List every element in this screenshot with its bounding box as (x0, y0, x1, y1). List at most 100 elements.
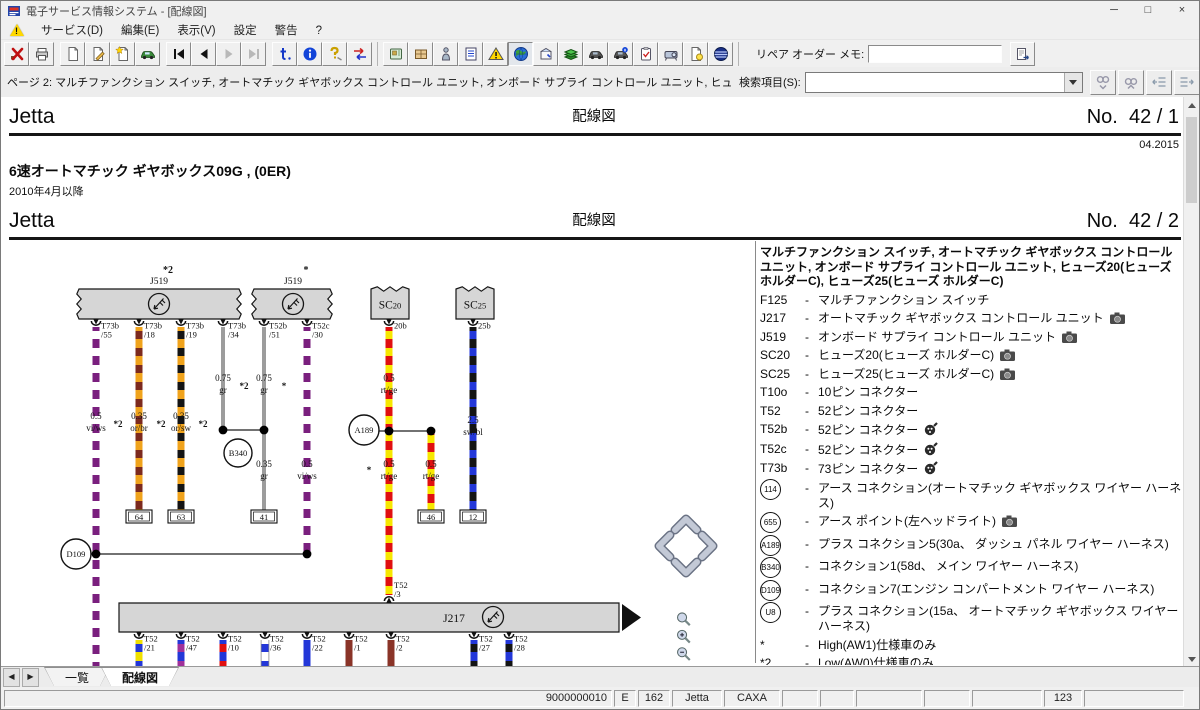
jump-back-button[interactable] (1146, 70, 1172, 95)
menu-item-[interactable]: 警告 (266, 25, 307, 37)
toolbar-exit-button[interactable] (4, 42, 29, 66)
pin-T52b-51[interactable] (259, 319, 268, 325)
pin-T52-36[interactable] (260, 632, 269, 638)
diagram-pan-pad[interactable] (648, 508, 724, 584)
toolbar-service-person-button[interactable] (433, 42, 458, 66)
close-button[interactable]: × (1165, 1, 1199, 21)
wire-sw-bl[interactable] (460, 327, 486, 523)
toolbar-transfer-button[interactable] (347, 42, 372, 66)
pin-T73b-19[interactable] (176, 319, 185, 325)
svg-text:B340: B340 (229, 448, 247, 458)
toolbar-info-button[interactable] (297, 42, 322, 66)
pin-T73b-55[interactable] (91, 319, 100, 325)
scroll-up-button[interactable] (1184, 97, 1199, 113)
component-box-j519[interactable] (252, 289, 332, 319)
menu-item-?[interactable]: ? (307, 25, 331, 37)
camera-icon[interactable] (999, 367, 1016, 381)
toolbar-parts-catalog-button[interactable] (408, 42, 433, 66)
maximize-button[interactable]: □ (1131, 1, 1165, 21)
toolbar-vehicle-data-button[interactable] (135, 42, 160, 66)
junction-dot (303, 550, 312, 559)
menu-item-E[interactable]: 編集(E) (112, 25, 168, 37)
toolbar-document-list-button[interactable] (458, 42, 483, 66)
pin-T52-2[interactable] (386, 632, 395, 638)
scrollbar-thumb[interactable] (1186, 117, 1197, 203)
pin-T52-1[interactable] (344, 632, 353, 638)
component-box-j519[interactable] (77, 289, 241, 319)
toolbar-labour-values-button[interactable] (558, 42, 583, 66)
search-input[interactable] (806, 73, 1064, 92)
legend-title: マルチファンクション スイッチ, オートマチック ギヤボックス コントロール ユ… (760, 245, 1183, 289)
toolbar-return-button[interactable] (272, 42, 297, 66)
toolbar-checklist-button[interactable] (633, 42, 658, 66)
toolbar-document-idea-button[interactable] (683, 42, 708, 66)
pin-T52-10[interactable] (218, 632, 227, 638)
toolbar-nav-previous-button[interactable] (191, 42, 216, 66)
toolbar-vehicle-info-button[interactable] (608, 42, 633, 66)
revision-date: 04.2015 (1139, 139, 1179, 151)
zoom-tools[interactable] (669, 611, 699, 667)
menu-item-[interactable]: 設定 (225, 25, 266, 37)
camera-icon[interactable] (999, 348, 1016, 362)
find-previous-button[interactable] (1118, 70, 1144, 95)
camera-icon[interactable] (1001, 514, 1018, 528)
pin-T73b-34[interactable] (218, 319, 227, 325)
pin-T52-28[interactable] (504, 632, 513, 638)
vertical-scrollbar[interactable] (1183, 97, 1199, 667)
tab-scroll-right-button[interactable]: ▶ (22, 668, 39, 687)
sheet-tab-active[interactable]: 配線図 (101, 667, 179, 686)
memo-send-button[interactable] (1010, 42, 1035, 66)
search-combobox[interactable] (805, 72, 1083, 93)
svg-text:gr: gr (260, 471, 268, 481)
find-next-button[interactable] (1090, 70, 1116, 95)
legend-ref-circle: 114 (760, 479, 781, 500)
toolbar-projector-button[interactable] (658, 42, 683, 66)
plug-icon[interactable] (923, 442, 938, 457)
pin-T52-47[interactable] (176, 632, 185, 638)
pin-T52-3[interactable] (384, 597, 393, 603)
pin-T52c-30[interactable] (302, 319, 311, 325)
toolbar-new-document-button[interactable] (60, 42, 85, 66)
pin-T73b-18[interactable] (134, 319, 143, 325)
toolbar-edit-document-button[interactable] (85, 42, 110, 66)
sheet-tab-inactive[interactable]: 一覧 (44, 667, 110, 686)
legend-text: 52ピン コネクター (818, 442, 1183, 458)
svg-text:20b: 20b (394, 321, 407, 331)
chevron-up-icon (1188, 103, 1196, 108)
wiring-diagram[interactable]: 6463414612J519*2J519*SC20SC25J217T73b/55… (56, 241, 756, 666)
jump-forward-button[interactable] (1174, 70, 1200, 95)
tab-scroll-left-button[interactable]: ◀ (3, 668, 20, 687)
toolbar-wiring-diagram-mode-button[interactable] (508, 42, 533, 66)
pin-T52-27[interactable] (469, 632, 478, 638)
toolbar-warnings-button[interactable] (483, 42, 508, 66)
pin-20b[interactable] (384, 319, 393, 325)
camera-icon[interactable] (1109, 311, 1126, 325)
toolbar-vehicle-dark-button[interactable] (583, 42, 608, 66)
plug-icon[interactable] (923, 461, 938, 476)
pin-T52-22[interactable] (302, 632, 311, 638)
repair-order-memo-input[interactable] (868, 45, 1002, 63)
component-box-j217[interactable] (119, 603, 641, 632)
toolbar-nav-last-button[interactable] (241, 42, 266, 66)
toolbar-web-sphere-button[interactable] (708, 42, 733, 66)
toolbar-new-entry-button[interactable] (110, 42, 135, 66)
header-rule-2 (9, 237, 1181, 240)
menu-item-V[interactable]: 表示(V) (168, 25, 224, 37)
combo-dropdown-button[interactable] (1064, 73, 1082, 92)
document-viewport: Jetta 配線図 No. 42 / 1 04.2015 6速オートマチック ギ… (1, 97, 1199, 667)
scroll-down-button[interactable] (1184, 651, 1199, 667)
menu-item-D[interactable]: サービス(D) (32, 25, 112, 37)
toolbar-component-box-button[interactable] (533, 42, 558, 66)
toolbar-print-button[interactable] (29, 42, 54, 66)
toolbar-vehicle-id-card-button[interactable] (383, 42, 408, 66)
toolbar-divider (738, 42, 739, 66)
camera-icon[interactable] (1061, 330, 1078, 344)
pin-25b[interactable] (468, 319, 477, 325)
toolbar-nav-next-button[interactable] (216, 42, 241, 66)
pin-T52-21[interactable] (134, 632, 143, 638)
toolbar-help-button[interactable] (322, 42, 347, 66)
toolbar-nav-first-button[interactable] (166, 42, 191, 66)
plug-icon[interactable] (923, 422, 938, 437)
minimize-button[interactable]: ─ (1097, 1, 1131, 21)
svg-text:*: * (304, 265, 309, 276)
